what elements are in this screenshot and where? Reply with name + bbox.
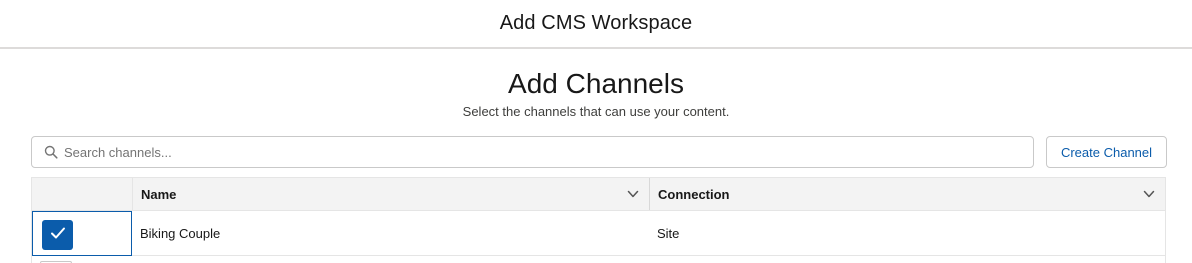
- column-header-name[interactable]: Name: [132, 178, 649, 210]
- column-header-connection[interactable]: Connection: [649, 178, 1165, 210]
- check-icon: [50, 226, 66, 245]
- search-input[interactable]: [64, 138, 1033, 166]
- row-select-cell[interactable]: [32, 211, 132, 256]
- modal-header: Add CMS Workspace: [0, 0, 1192, 49]
- page-title: Add Channels: [508, 68, 684, 99]
- table-row[interactable]: Biking Couple Site: [32, 211, 1165, 256]
- table-header: Name Connection: [32, 177, 1165, 211]
- search-box[interactable]: [31, 136, 1034, 168]
- modal-title: Add CMS Workspace: [499, 12, 693, 34]
- create-channel-button[interactable]: Create Channel: [1046, 136, 1167, 168]
- cell-name: Biking Couple: [140, 226, 221, 241]
- column-header-name-label: Name: [141, 186, 177, 202]
- channels-table: Name Connection Biking Couple Site: [31, 177, 1166, 263]
- page-subtitle: Select the channels that can use your co…: [462, 104, 730, 119]
- chevron-down-icon[interactable]: [1143, 188, 1155, 200]
- column-header-connection-label: Connection: [658, 186, 730, 202]
- row-checkbox[interactable]: [42, 220, 73, 250]
- search-icon: [44, 145, 58, 159]
- chevron-down-icon[interactable]: [627, 188, 639, 200]
- cell-connection: Site: [657, 226, 680, 241]
